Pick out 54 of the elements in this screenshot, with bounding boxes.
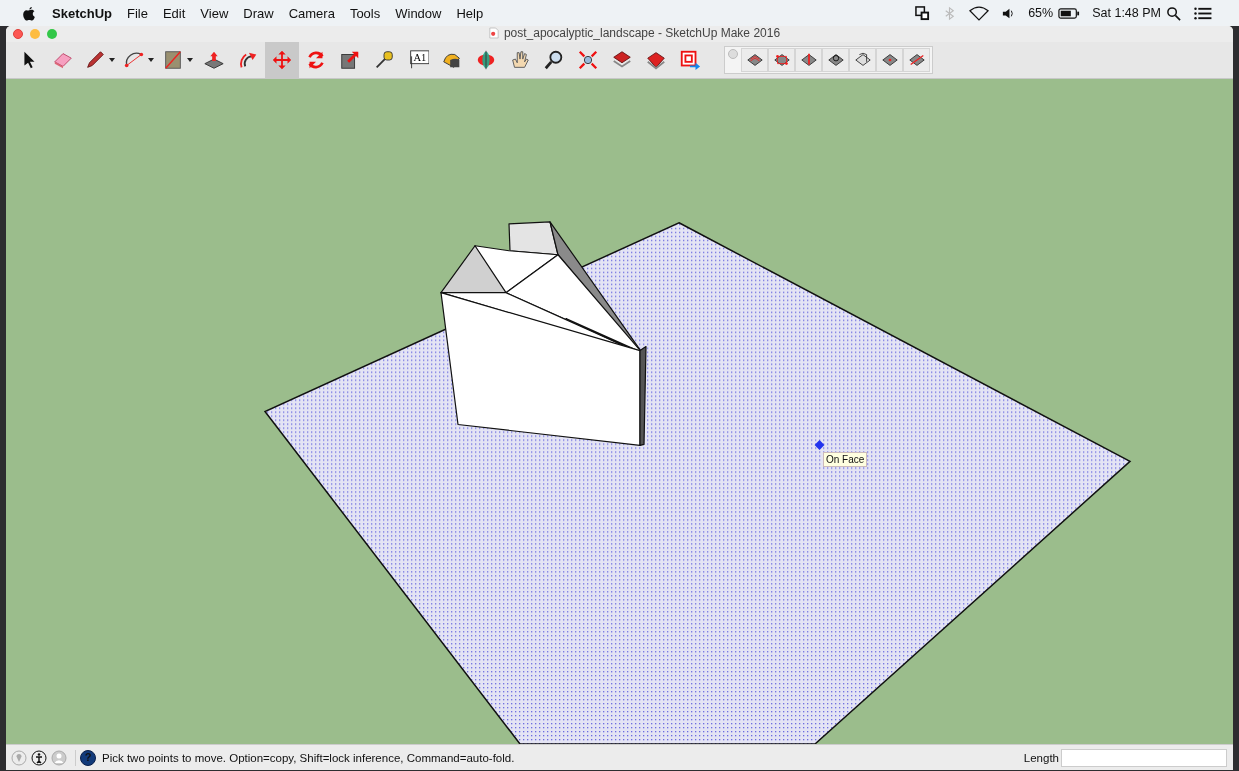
toolbar-button[interactable] — [822, 48, 849, 72]
window-title: post_apocalyptic_landscape - SketchUp Make 2016 — [503, 26, 781, 40]
push-pull-icon — [203, 49, 225, 71]
toolbar-button[interactable] — [849, 48, 876, 72]
status-message: Pick two points to move. Option=copy, Shift=lock inference, Command=auto-fold. — [102, 751, 515, 764]
rectangle-icon — [162, 49, 184, 71]
terrain-drape-icon — [853, 51, 872, 69]
menu-item[interactable]: File — [126, 5, 148, 21]
search-icon[interactable] — [1166, 5, 1181, 21]
terrain-detail-icon — [880, 51, 899, 69]
rotate-icon — [305, 49, 327, 71]
display-mirroring-icon[interactable] — [915, 5, 931, 21]
expand-arrows-icon — [577, 49, 599, 71]
export-icon — [679, 49, 701, 71]
inference-tooltip: On Face — [823, 452, 868, 467]
toolbar-button[interactable]: A1 — [401, 42, 435, 78]
menu-item[interactable]: View — [200, 5, 229, 21]
menu-item[interactable]: Window — [395, 5, 442, 21]
measurement-field[interactable] — [1061, 748, 1227, 767]
caret-icon — [148, 58, 154, 62]
app-menu[interactable]: SketchUp — [52, 5, 112, 21]
notification-list-icon[interactable] — [1193, 5, 1213, 21]
text-tool-label: A1 — [413, 51, 427, 63]
hand-icon — [509, 49, 531, 71]
gem-icon — [645, 49, 667, 71]
wifi-icon[interactable] — [969, 5, 990, 21]
menu-item[interactable]: Edit — [162, 5, 186, 21]
document-icon — [488, 27, 499, 39]
caret-icon — [109, 58, 115, 62]
scale-icon — [339, 49, 361, 71]
terrain-raise-icon — [799, 51, 818, 69]
tape-measure-icon — [373, 49, 395, 71]
inference-point — [814, 440, 825, 450]
move-icon — [271, 49, 293, 71]
terrain-contours-icon — [745, 51, 764, 69]
terrain-edge-icon — [907, 51, 926, 69]
menu-item[interactable]: Help — [456, 5, 484, 21]
drawing-viewport[interactable]: On Face — [6, 79, 1233, 744]
terrain-stamp-icon — [826, 51, 845, 69]
orbit-icon — [475, 49, 497, 71]
credits-icon[interactable] — [31, 749, 47, 766]
caret-icon — [187, 58, 193, 62]
apple-logo-icon[interactable] — [22, 5, 36, 21]
menu-item[interactable]: Tools — [349, 5, 381, 21]
menu-bar-clock[interactable]: Sat 1:48 PM — [1092, 6, 1161, 20]
pencil-icon — [84, 49, 106, 71]
battery-percentage: 65% — [1028, 6, 1054, 20]
menu-item[interactable]: Draw — [243, 5, 274, 21]
measurement-label: Length — [1023, 751, 1059, 764]
terrain-grid-icon — [772, 51, 791, 69]
search-icon — [543, 49, 565, 71]
close-button[interactable] — [13, 29, 23, 39]
menu-item[interactable]: Camera — [288, 5, 335, 21]
battery-icon[interactable] — [1058, 6, 1081, 20]
